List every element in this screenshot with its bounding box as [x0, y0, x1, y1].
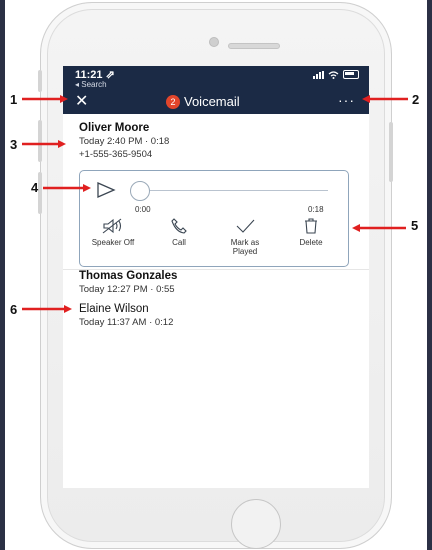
checkmark-icon: [236, 219, 255, 233]
annotation-5: 5: [411, 218, 419, 233]
delete-label: Delete: [299, 238, 323, 247]
voicemail-time-duration: Today 11:37 AM · 0:12: [79, 317, 174, 328]
playback-duration: 0:18: [308, 205, 324, 214]
annotation-2: 2: [412, 92, 420, 107]
annotation-6: 6: [10, 302, 18, 317]
header-bar: 11:21 ⇗ ◂ Search ✕ 2 Voicemail ···: [63, 66, 369, 114]
caller-name: Oliver Moore: [79, 122, 150, 134]
annotation-3: 3: [10, 137, 18, 152]
arrow-icon: [22, 140, 66, 148]
play-icon[interactable]: [96, 181, 116, 199]
front-camera: [209, 37, 219, 47]
playback-position: 0:00: [135, 205, 151, 214]
phone-screen: 11:21 ⇗ ◂ Search ✕ 2 Voicemail ··· Olive…: [63, 66, 369, 488]
home-button[interactable]: [231, 499, 281, 549]
page-title-text: Voicemail: [184, 94, 240, 109]
arrow-icon: [22, 305, 72, 313]
page-title: 2 Voicemail: [166, 94, 240, 109]
annotation-4: 4: [31, 180, 39, 195]
caller-name: Elaine Wilson: [79, 303, 149, 315]
speaker-off-button[interactable]: Speaker Off: [80, 217, 146, 247]
back-to-search-link[interactable]: ◂ Search: [75, 80, 107, 89]
signal-icon: [313, 70, 324, 79]
wifi-icon: [328, 70, 339, 79]
power-button: [389, 122, 393, 182]
status-icons: [313, 70, 359, 79]
mute-switch: [38, 70, 42, 92]
trash-icon: [305, 218, 317, 234]
caller-number: +1-555-365-9504: [79, 149, 153, 160]
delete-button[interactable]: Delete: [278, 217, 344, 247]
arrow-icon: [352, 224, 406, 232]
caller-name: Thomas Gonzales: [79, 270, 178, 282]
close-icon[interactable]: ✕: [75, 94, 88, 110]
mark-as-played-button[interactable]: Mark as Played: [212, 217, 278, 256]
phone-icon: [171, 218, 187, 234]
voicemail-time-duration: Today 12:27 PM · 0:55: [79, 284, 175, 295]
call-button[interactable]: Call: [146, 217, 212, 247]
arrow-icon: [22, 95, 68, 103]
voicemail-item-thomas[interactable]: Thomas Gonzales Today 12:27 PM · 0:55: [79, 270, 177, 295]
arrow-icon: [43, 184, 91, 192]
unread-badge: 2: [166, 94, 180, 109]
mark-as-played-label: Mark as Played: [230, 238, 260, 256]
playback-slider-track[interactable]: [142, 190, 328, 191]
voicemail-time-duration: Today 2:40 PM · 0:18: [79, 136, 170, 147]
earpiece-speaker: [228, 43, 280, 49]
voicemail-item-oliver[interactable]: Oliver Moore Today 2:40 PM · 0:18 +1-555…: [79, 122, 169, 160]
speaker-off-label: Speaker Off: [91, 238, 135, 247]
voicemail-item-elaine[interactable]: Elaine Wilson Today 11:37 AM · 0:12: [79, 303, 173, 328]
battery-icon: [343, 70, 359, 79]
arrow-icon: [362, 95, 408, 103]
voicemail-player: 0:00 0:18 Speaker Off Call Mark as Playe…: [79, 170, 349, 267]
call-label: Call: [172, 238, 186, 247]
volume-down-button: [38, 172, 42, 214]
playback-slider-handle[interactable]: [130, 181, 150, 201]
left-frame-edge: [0, 0, 5, 550]
speaker-off-icon: [102, 218, 122, 234]
right-frame-edge: [427, 0, 432, 550]
more-options-icon[interactable]: ···: [338, 92, 355, 108]
annotation-1: 1: [10, 92, 18, 107]
